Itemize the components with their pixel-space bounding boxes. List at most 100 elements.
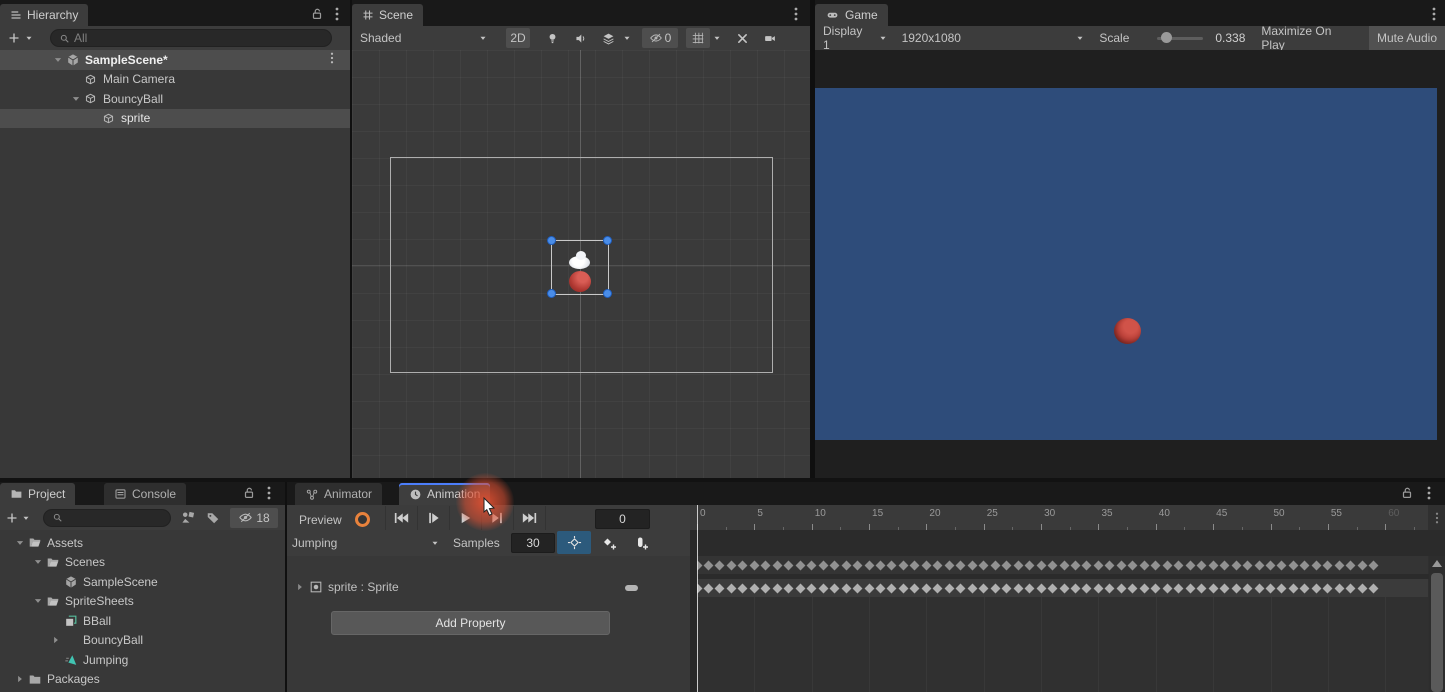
keyframe-diamond[interactable] xyxy=(1346,583,1356,593)
selection-handle[interactable] xyxy=(547,289,556,298)
keyframe-diamond[interactable] xyxy=(704,560,714,570)
kebab-icon[interactable] xyxy=(1422,485,1436,501)
keyframe-diamond[interactable] xyxy=(967,560,977,570)
keyframe-diamond[interactable] xyxy=(1013,583,1023,593)
keyframe-diamond[interactable] xyxy=(1139,583,1149,593)
current-frame-field[interactable]: 0 xyxy=(595,509,650,529)
keyframe-diamond[interactable] xyxy=(1151,560,1161,570)
keyframe-diamond[interactable] xyxy=(864,583,874,593)
resolution-dropdown[interactable]: 1920x1080 xyxy=(902,31,1086,45)
keyframe-diamond[interactable] xyxy=(1025,583,1035,593)
clip-dropdown[interactable]: Jumping xyxy=(292,533,440,553)
keyframe-diamond[interactable] xyxy=(1266,560,1276,570)
keyframe-diamond[interactable] xyxy=(761,583,771,593)
filter-type-icon[interactable] xyxy=(181,510,196,525)
keyframe-diamond[interactable] xyxy=(1048,583,1058,593)
keyframe-diamond[interactable] xyxy=(1254,560,1264,570)
bulb-icon[interactable] xyxy=(540,28,564,48)
keyframe-diamond[interactable] xyxy=(1105,583,1115,593)
keyframe-diamond[interactable] xyxy=(979,583,989,593)
keyframe-diamond[interactable] xyxy=(933,560,943,570)
wrench-icon[interactable] xyxy=(730,28,754,48)
caret-down-icon[interactable] xyxy=(622,33,632,43)
audio-icon[interactable] xyxy=(568,28,592,48)
plus-icon[interactable] xyxy=(8,32,20,44)
maximize-on-play-button[interactable]: Maximize On Play xyxy=(1261,24,1357,52)
selection-handle[interactable] xyxy=(603,236,612,245)
hidden-objects-button[interactable]: 0 xyxy=(642,28,678,48)
keyframe-diamond[interactable] xyxy=(704,583,714,593)
preview-toggle-button[interactable]: Preview xyxy=(293,509,348,531)
keyframe-diamond[interactable] xyxy=(1300,583,1310,593)
keyframe-diamond[interactable] xyxy=(795,560,805,570)
keyframe-diamond[interactable] xyxy=(956,583,966,593)
kebab-icon[interactable] xyxy=(1427,6,1441,22)
next-frame-button[interactable] xyxy=(482,506,514,530)
keyframe-diamond[interactable] xyxy=(1369,560,1379,570)
tree-item-bouncyball[interactable]: BouncyBall xyxy=(0,89,350,109)
expand-arrow[interactable] xyxy=(48,635,64,645)
keyframe-diamond[interactable] xyxy=(784,560,794,570)
keyframe-diamond[interactable] xyxy=(1059,560,1069,570)
keyframe-diamond[interactable] xyxy=(899,583,909,593)
grid-snap-icon[interactable] xyxy=(686,28,710,48)
shading-mode-dropdown[interactable]: Shaded xyxy=(360,31,488,45)
layers-icon[interactable] xyxy=(596,28,620,48)
keyframe-diamond[interactable] xyxy=(1002,560,1012,570)
display-dropdown[interactable]: Display 1 xyxy=(823,24,888,52)
kebab-icon[interactable] xyxy=(326,51,338,68)
keyframe-diamond[interactable] xyxy=(1277,583,1287,593)
keyframe-diamond[interactable] xyxy=(1197,560,1207,570)
caret-right-icon[interactable] xyxy=(295,582,305,592)
keyframe-diamond[interactable] xyxy=(807,560,817,570)
tree-item-bouncyball[interactable]: BouncyBall xyxy=(0,631,285,651)
playhead[interactable] xyxy=(697,505,698,692)
keyframe-diamond[interactable] xyxy=(830,583,840,593)
keyframe-diamond[interactable] xyxy=(1082,583,1092,593)
caret-down-icon[interactable] xyxy=(21,513,31,523)
record-icon[interactable] xyxy=(355,512,370,527)
keyframe-diamond[interactable] xyxy=(1185,583,1195,593)
tab-animator[interactable]: Animator xyxy=(295,483,382,505)
2d-toggle-button[interactable]: 2D xyxy=(506,28,530,48)
keyframe-diamond[interactable] xyxy=(1082,560,1092,570)
keyframe-diamond[interactable] xyxy=(1243,583,1253,593)
keyframe-diamond[interactable] xyxy=(990,560,1000,570)
keyframe-diamond[interactable] xyxy=(1116,560,1126,570)
tab-animation[interactable]: Animation xyxy=(399,483,490,505)
tab-game[interactable]: Game xyxy=(815,4,888,26)
tree-item-scenes[interactable]: Scenes xyxy=(0,553,285,573)
keyframe-diamond[interactable] xyxy=(1139,560,1149,570)
videocam-icon[interactable] xyxy=(758,28,782,48)
keyframe-diamond[interactable] xyxy=(1174,560,1184,570)
project-hidden-count-button[interactable]: 18 xyxy=(230,508,278,528)
keyframe-diamond[interactable] xyxy=(853,583,863,593)
tab-scene[interactable]: Scene xyxy=(352,4,423,26)
keyframe-diamond[interactable] xyxy=(1311,583,1321,593)
keyframe-diamond[interactable] xyxy=(1036,583,1046,593)
keyframe-diamond[interactable] xyxy=(1311,560,1321,570)
keyframe-diamond[interactable] xyxy=(726,560,736,570)
keyframe-diamond[interactable] xyxy=(772,583,782,593)
prev-frame-button[interactable] xyxy=(418,506,450,530)
tree-item-samplescene[interactable]: SampleScene xyxy=(0,572,285,592)
keyframe-diamond[interactable] xyxy=(1254,583,1264,593)
goto-end-button[interactable] xyxy=(514,506,546,530)
tree-item-packages[interactable]: Packages xyxy=(0,670,285,690)
keyframe-diamond[interactable] xyxy=(1013,560,1023,570)
keyframe-diamond[interactable] xyxy=(933,583,943,593)
plus-icon[interactable] xyxy=(6,512,18,524)
selection-handle[interactable] xyxy=(547,236,556,245)
tab-hierarchy[interactable]: Hierarchy xyxy=(0,4,88,26)
keyframe-diamond[interactable] xyxy=(944,560,954,570)
expand-arrow[interactable] xyxy=(12,538,28,548)
keyframe-diamond[interactable] xyxy=(887,560,897,570)
keyframe-diamond[interactable] xyxy=(1162,560,1172,570)
caret-down-icon[interactable] xyxy=(24,33,34,43)
kebab-icon[interactable] xyxy=(1431,511,1443,525)
add-keyframe-icon[interactable] xyxy=(595,531,623,554)
keyframe-diamond[interactable] xyxy=(1346,560,1356,570)
tree-item-bball[interactable]: BBall xyxy=(0,611,285,631)
keyframe-diamond[interactable] xyxy=(1243,560,1253,570)
keyframe-diamond[interactable] xyxy=(921,560,931,570)
